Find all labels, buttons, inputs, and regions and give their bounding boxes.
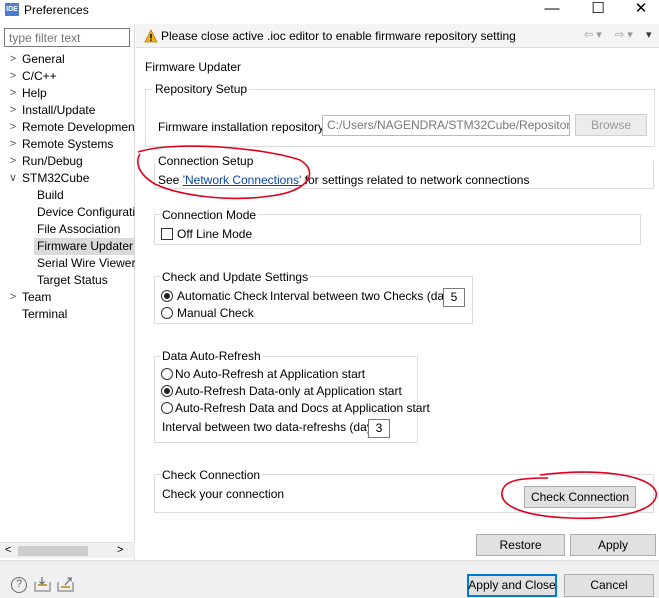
check-update-label: Check and Update Settings xyxy=(160,270,311,284)
tree-item-label: Run/Debug xyxy=(22,154,83,168)
check-connection-button[interactable]: Check Connection xyxy=(524,486,636,508)
tree-expand-icon[interactable]: > xyxy=(8,289,18,306)
tree-item[interactable]: Serial Wire Viewer xyxy=(34,255,137,272)
tree-item[interactable]: > Run/Debug xyxy=(8,153,85,170)
tree-item[interactable]: ∨ STM32Cube xyxy=(8,170,91,187)
window-title: Preferences xyxy=(24,3,89,17)
no-auto-refresh-label: No Auto-Refresh at Application start xyxy=(175,367,366,381)
view-menu-icon[interactable]: ▾ xyxy=(646,28,652,41)
scroll-left-icon[interactable]: < xyxy=(5,544,11,556)
offline-mode-label: Off Line Mode xyxy=(177,227,253,241)
back-nav-icon[interactable]: ⇦ ▾ xyxy=(584,28,602,41)
import-preferences-icon[interactable] xyxy=(34,576,52,592)
repository-field-label: Firmware installation repository xyxy=(158,120,325,134)
close-window-button[interactable]: ✕ xyxy=(621,0,659,20)
scroll-right-icon[interactable]: > xyxy=(117,544,123,556)
tree-item[interactable]: > Install/Update xyxy=(8,102,97,119)
help-icon[interactable]: ? xyxy=(11,577,27,593)
restore-defaults-button[interactable]: Restore Defaults xyxy=(476,534,565,572)
tree-expand-icon[interactable]: > xyxy=(8,68,18,85)
tree-expand-icon[interactable]: > xyxy=(8,119,18,136)
data-docs-refresh-radio[interactable] xyxy=(161,402,173,414)
tree-item[interactable]: > Remote Developmen xyxy=(8,119,137,136)
tree-item[interactable]: Target Status xyxy=(34,272,110,289)
tree-item-label: Remote Developmen xyxy=(22,120,135,134)
automatic-check-radio[interactable] xyxy=(161,290,173,302)
filter-input[interactable] xyxy=(4,28,130,47)
tree-item[interactable]: > Help xyxy=(8,85,49,102)
tree-item[interactable]: Build xyxy=(34,187,66,204)
connection-setup-prefix: See xyxy=(158,173,183,187)
automatic-check-label: Automatic Check xyxy=(177,289,268,303)
data-docs-refresh-label: Auto-Refresh Data and Docs at Applicatio… xyxy=(175,401,430,415)
connection-setup-label: Connection Setup xyxy=(156,154,256,168)
tree-item-label: Terminal xyxy=(22,307,68,321)
tree-expand-icon[interactable]: > xyxy=(8,136,18,153)
apply-and-close-button[interactable]: Apply and Close xyxy=(467,574,557,597)
minimize-button[interactable]: — xyxy=(532,0,572,20)
tree-item-label: Team xyxy=(22,290,52,304)
tree-item[interactable]: > Team xyxy=(8,289,53,306)
tree-item-label: C/C++ xyxy=(22,69,57,83)
page-title: Firmware Updater xyxy=(145,60,242,74)
check-connection-label: Check Connection xyxy=(160,468,263,482)
tree-item[interactable]: > C/C++ xyxy=(8,68,59,85)
manual-check-label: Manual Check xyxy=(177,306,254,320)
tree-expand-icon[interactable]: > xyxy=(8,85,18,102)
message-bar: Please close active .ioc editor to enabl… xyxy=(136,24,659,48)
tree-item-label: Device Configurati xyxy=(37,205,136,219)
offline-mode-checkbox[interactable] xyxy=(161,228,173,240)
message-text: Please close active .ioc editor to enabl… xyxy=(161,29,516,43)
refresh-interval-field[interactable]: 3 xyxy=(368,419,390,438)
browse-button[interactable]: Browse xyxy=(575,114,647,136)
scrollbar-thumb[interactable] xyxy=(18,546,88,556)
tree-item[interactable]: Device Configurati xyxy=(34,204,137,221)
tree-item-label: STM32Cube xyxy=(22,171,90,185)
tree-expand-icon[interactable]: > xyxy=(8,153,18,170)
tree-item[interactable]: > General xyxy=(8,51,67,68)
tree-item[interactable]: Firmware Updater xyxy=(34,238,136,255)
forward-nav-icon[interactable]: ⇨ ▾ xyxy=(615,28,633,41)
tree-item-label: File Association xyxy=(37,222,121,236)
tree-item-label: Serial Wire Viewer xyxy=(37,256,136,270)
auto-refresh-label: Data Auto-Refresh xyxy=(160,349,263,363)
repository-path-field[interactable]: C:/Users/NAGENDRA/STM32Cube/Repository/ xyxy=(322,115,570,136)
tree-item-label: Help xyxy=(22,86,47,100)
export-preferences-icon[interactable] xyxy=(57,576,75,592)
tree-expand-icon[interactable]: ∨ xyxy=(8,170,18,187)
cancel-button[interactable]: Cancel xyxy=(564,574,654,597)
check-interval-field[interactable]: 5 xyxy=(443,288,465,307)
tree-item-label: Target Status xyxy=(37,273,108,287)
manual-check-radio[interactable] xyxy=(161,307,173,319)
data-only-refresh-label: Auto-Refresh Data-only at Application st… xyxy=(175,384,402,398)
tree-expand-icon[interactable]: > xyxy=(8,51,18,68)
network-connections-link[interactable]: 'Network Connections' xyxy=(183,173,302,187)
dialog-footer: ? Apply and Close Cancel xyxy=(0,560,659,598)
tree-item-label: Remote Systems xyxy=(22,137,114,151)
tree-item[interactable]: Terminal xyxy=(8,306,69,323)
tree-item-label: Firmware Updater xyxy=(37,239,134,253)
tree-expand-icon[interactable]: > xyxy=(8,102,18,119)
tree-item[interactable]: > Remote Systems xyxy=(8,136,115,153)
maximize-button[interactable]: ☐ xyxy=(578,0,618,20)
tree-item-label: Install/Update xyxy=(22,103,96,117)
connection-mode-label: Connection Mode xyxy=(160,208,259,222)
horizontal-scrollbar[interactable]: < > xyxy=(0,542,135,558)
apply-button[interactable]: Apply xyxy=(570,534,656,556)
tree-item[interactable]: File Association xyxy=(34,221,122,238)
tree-item-label: Build xyxy=(37,188,64,202)
title-bar: IDE Preferences — ☐ ✕ xyxy=(0,0,659,20)
connection-setup-suffix: for settings related to network connecti… xyxy=(301,173,530,187)
no-auto-refresh-radio[interactable] xyxy=(161,368,173,380)
check-interval-label: Interval between two Checks (days) xyxy=(270,289,461,303)
tree-item-label: General xyxy=(22,52,65,66)
connection-setup-text: See 'Network Connections' for settings r… xyxy=(158,173,529,187)
data-only-refresh-radio[interactable] xyxy=(161,385,173,397)
repository-setup-label: Repository Setup xyxy=(153,82,250,96)
app-icon: IDE xyxy=(5,3,19,16)
check-connection-text: Check your connection xyxy=(162,487,285,501)
preferences-tree-pane: > General > C/C++ > Help > Install/Update > Remot… xyxy=(0,24,135,560)
refresh-interval-label: Interval between two data-refreshs (days… xyxy=(162,420,383,434)
warning-icon xyxy=(144,29,158,43)
